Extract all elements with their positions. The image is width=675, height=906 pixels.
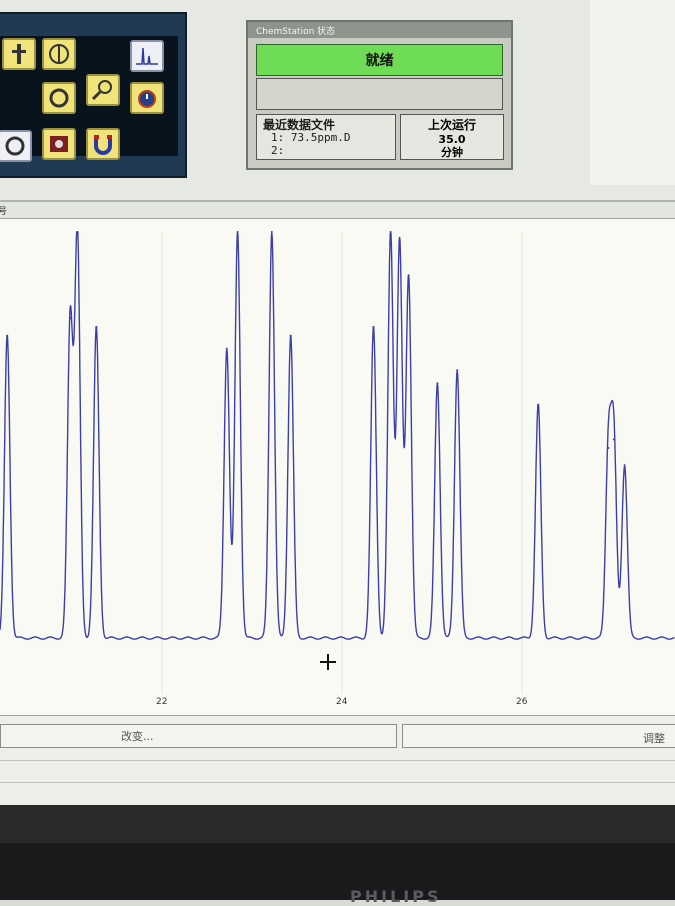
recent-file-1[interactable]: 1: 73.5ppm.D bbox=[271, 131, 350, 144]
peak-8 bbox=[289, 334, 292, 337]
monitor-bezel: PHILIPS bbox=[0, 805, 675, 906]
last-run-unit: 分钟 bbox=[441, 146, 463, 159]
peak-15 bbox=[537, 403, 540, 406]
spectrum-icon[interactable] bbox=[130, 40, 164, 72]
column-icon[interactable] bbox=[42, 38, 76, 70]
peak-14 bbox=[456, 369, 459, 372]
peak-11 bbox=[398, 239, 401, 242]
magnet-icon[interactable] bbox=[86, 128, 120, 160]
last-run-title: 上次运行 bbox=[427, 118, 476, 132]
divider bbox=[0, 782, 675, 783]
x-tick-label: 26 bbox=[516, 697, 528, 707]
recent-file-2[interactable]: 2: bbox=[271, 144, 284, 157]
x-tick-label: 22 bbox=[156, 697, 168, 707]
peak-12 bbox=[407, 274, 410, 277]
status-message-box bbox=[256, 78, 503, 110]
peak-9 bbox=[372, 326, 375, 329]
chemstation-status-panel: ChemStation 状态 就绪 最近数据文件 1: 73.5ppm.D 2:… bbox=[246, 20, 513, 170]
signal-window-title-bar bbox=[0, 202, 675, 219]
peak-18 bbox=[623, 464, 626, 467]
stopwatch-icon[interactable] bbox=[130, 82, 164, 114]
chromatogram-plot[interactable] bbox=[0, 224, 675, 694]
adjust-field[interactable]: 调整 bbox=[402, 724, 675, 748]
status-panel-title: ChemStation 状态 bbox=[256, 27, 336, 37]
top-right-panel bbox=[590, 0, 675, 185]
status-indicator: 就绪 bbox=[256, 44, 503, 76]
inject-icon[interactable] bbox=[2, 38, 36, 70]
bottom-bar: 改变... 调整 bbox=[0, 715, 675, 806]
last-run-value: 35.0 bbox=[438, 133, 466, 146]
peak-6 bbox=[236, 231, 239, 233]
bezel-shade bbox=[0, 805, 675, 843]
x-tick-label: 24 bbox=[336, 697, 348, 707]
detector-icon[interactable] bbox=[42, 128, 76, 160]
recent-files-box: 最近数据文件 1: 73.5ppm.D 2: bbox=[256, 114, 396, 160]
ring-icon[interactable] bbox=[42, 82, 76, 114]
peak-7 bbox=[270, 231, 273, 233]
signal-window: 号 bbox=[0, 200, 675, 722]
monitor-brand-logo: PHILIPS bbox=[350, 887, 442, 906]
change-button[interactable]: 改变... bbox=[121, 728, 154, 744]
peak-17 bbox=[612, 438, 615, 441]
peak-3 bbox=[76, 231, 79, 233]
last-run-box: 上次运行 35.0 分钟 bbox=[400, 114, 504, 160]
adjust-button[interactable]: 调整 bbox=[643, 730, 665, 746]
peak-1 bbox=[6, 334, 9, 337]
cycle-icon[interactable] bbox=[0, 130, 32, 162]
peak-2 bbox=[69, 317, 72, 320]
toolbox-panel bbox=[0, 36, 178, 162]
peak-5 bbox=[225, 347, 228, 350]
peak-16 bbox=[607, 447, 610, 449]
peak-4 bbox=[95, 326, 98, 329]
magnifier-icon[interactable] bbox=[86, 74, 120, 106]
method-toolbox bbox=[0, 12, 187, 178]
peak-10 bbox=[389, 231, 392, 233]
x-axis: 22 24 26 bbox=[0, 695, 675, 711]
change-field[interactable]: 改变... bbox=[0, 724, 397, 748]
peak-13 bbox=[436, 382, 439, 385]
divider bbox=[0, 760, 675, 761]
signal-trace bbox=[0, 231, 675, 640]
signal-window-title: 号 bbox=[0, 207, 8, 217]
